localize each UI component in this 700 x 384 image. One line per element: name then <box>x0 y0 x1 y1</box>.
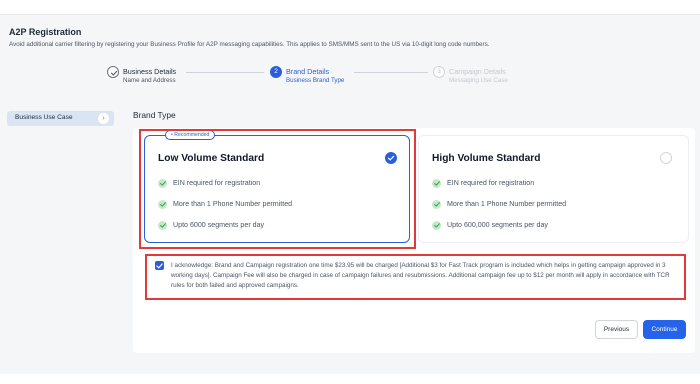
step-number: 2 <box>270 66 282 78</box>
section-title: Brand Type <box>133 110 176 120</box>
check-icon <box>158 200 167 209</box>
radio-selected-icon[interactable] <box>385 152 397 164</box>
feature-text: EIN required for registration <box>447 179 535 187</box>
check-icon <box>432 179 441 188</box>
feature-text: EIN required for registration <box>173 179 261 187</box>
page-title: A2P Registration <box>9 27 82 37</box>
step-number: 3 <box>433 66 445 78</box>
continue-button[interactable]: Continue <box>643 320 686 339</box>
step-subtitle: Name and Address <box>123 77 176 84</box>
feature-text: Upto 600,000 segments per day <box>447 221 548 229</box>
step-title: Business Details <box>123 67 177 76</box>
acknowledgement-block: I acknowledge: Brand and Campaign regist… <box>150 255 690 301</box>
card-title: High Volume Standard <box>432 153 541 164</box>
acknowledge-checkbox[interactable] <box>155 261 164 270</box>
step-title: Campaign Details <box>449 67 506 76</box>
feature-text: More than 1 Phone Number permitted <box>447 200 567 208</box>
check-icon <box>432 200 441 209</box>
radio-unselected-icon[interactable] <box>660 152 672 164</box>
sidebar-item-label: Business Use Case <box>15 114 73 121</box>
card-title: Low Volume Standard <box>158 153 265 164</box>
chevron-right-icon: › <box>98 113 109 124</box>
check-icon <box>432 221 441 230</box>
brand-card-low-volume[interactable]: • Recommended Low Volume Standard EIN re… <box>144 130 410 243</box>
previous-button[interactable]: Previous <box>595 320 638 339</box>
stepper-connector <box>354 72 428 73</box>
check-circle-icon <box>107 66 119 78</box>
sidebar-item-business-use-case[interactable]: Business Use Case › <box>7 111 114 126</box>
page-subtitle: Avoid additional carrier filtering by re… <box>9 41 490 48</box>
feature-text: Upto 6000 segments per day <box>173 221 265 229</box>
acknowledgement-text: I acknowledge: Brand and Campaign regist… <box>171 262 670 289</box>
check-icon <box>158 221 167 230</box>
step-subtitle: Business Brand Type <box>286 77 345 84</box>
recommended-badge: • Recommended <box>165 130 216 140</box>
step-title: Brand Details <box>286 67 330 76</box>
feature-text: More than 1 Phone Number permitted <box>173 200 293 208</box>
step-subtitle: Messaging Use Case <box>449 77 508 84</box>
stepper-connector <box>186 72 264 73</box>
brand-card-high-volume[interactable]: High Volume Standard EIN required for re… <box>418 135 689 243</box>
check-icon <box>158 179 167 188</box>
